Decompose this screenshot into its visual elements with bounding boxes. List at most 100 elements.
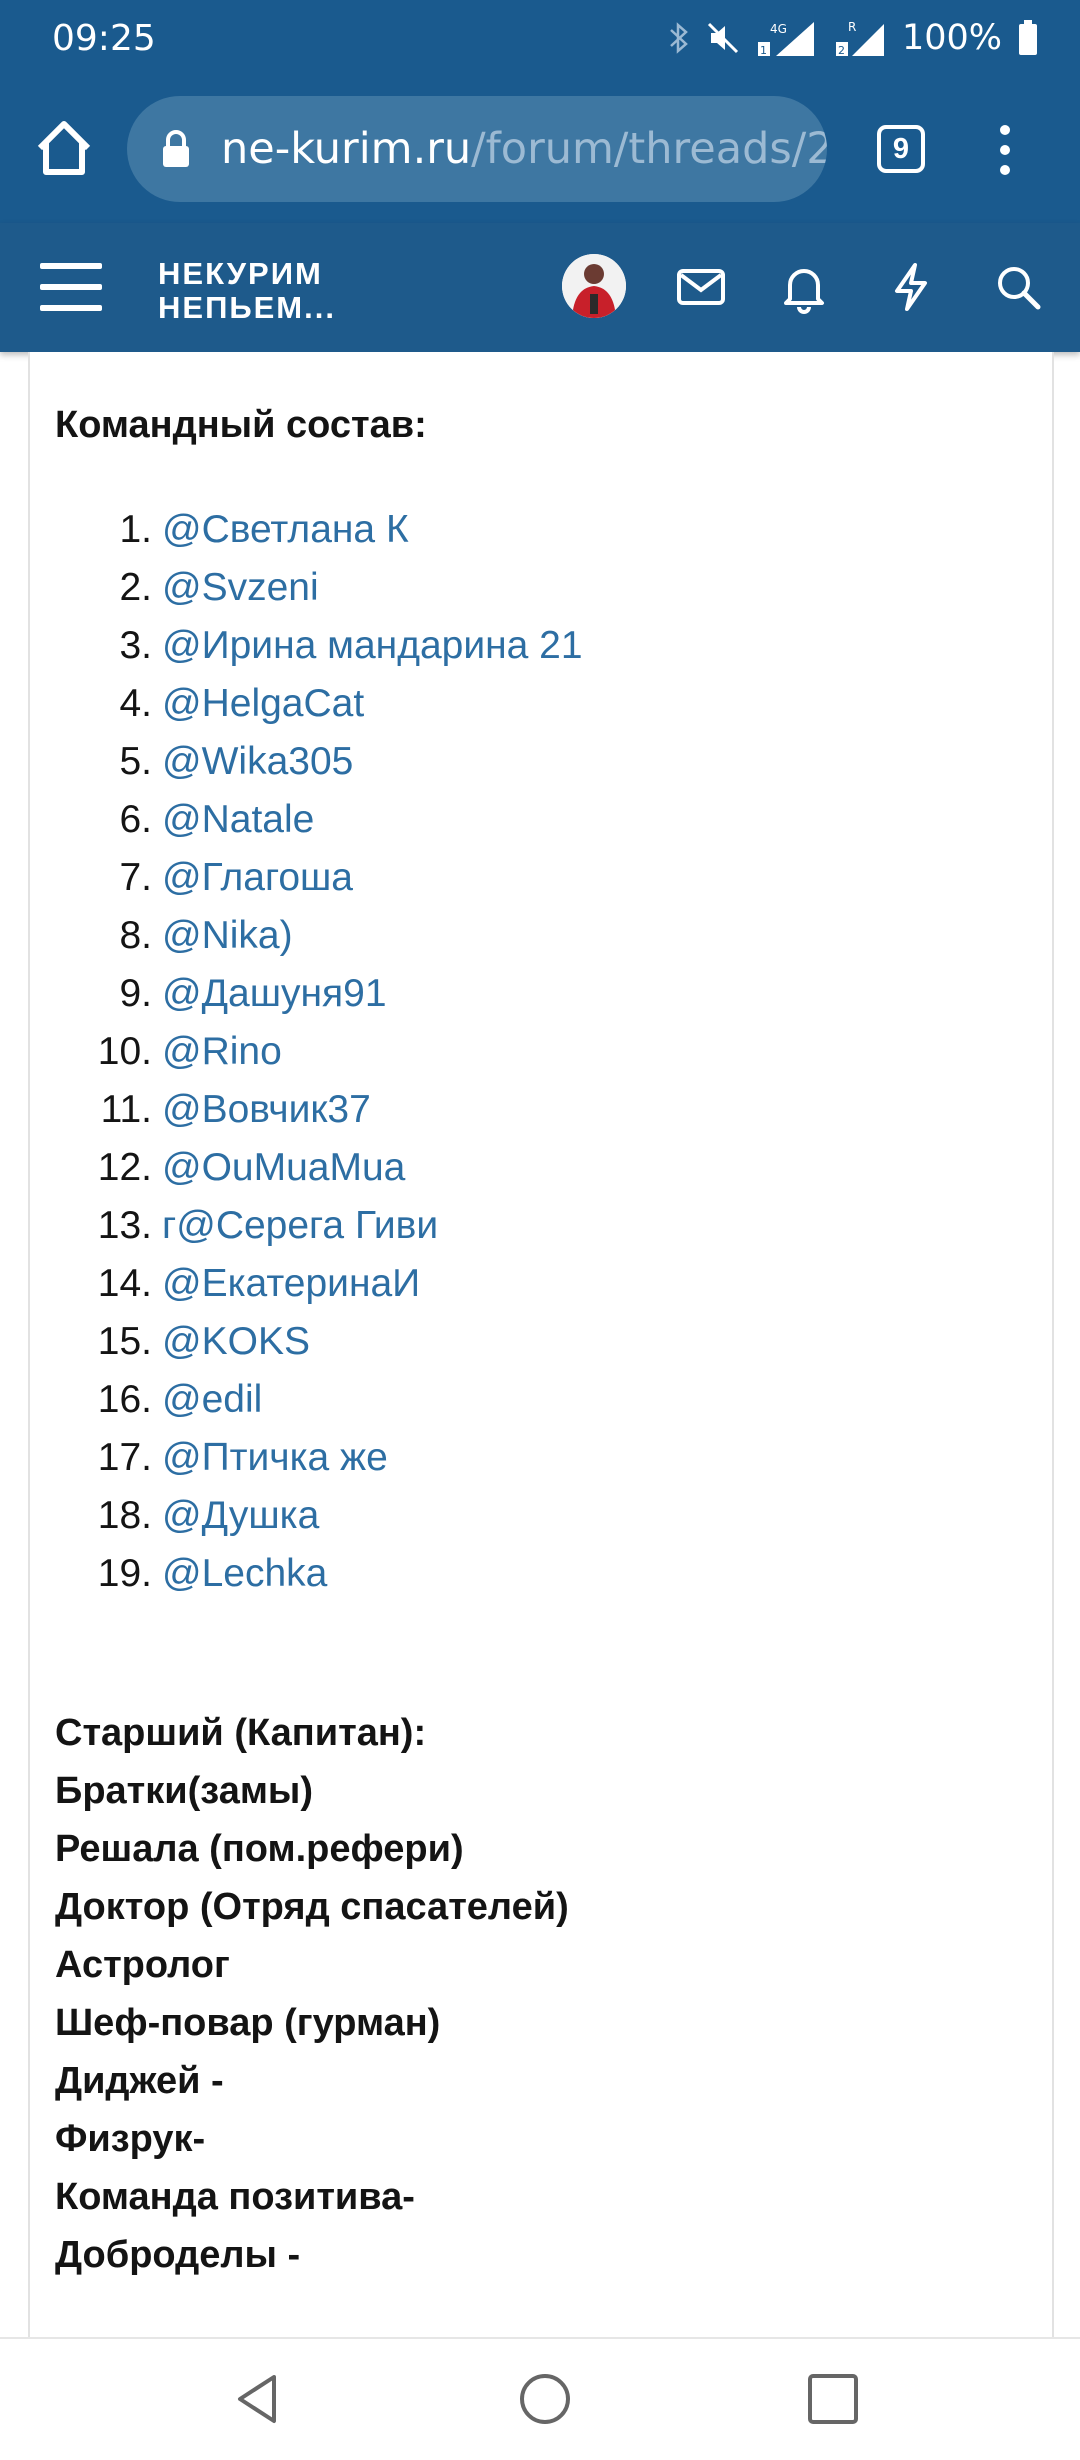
user-avatar[interactable] [562,254,626,318]
status-bar: 09:25 1 4G 2 R 100% [0,0,1080,75]
member-mention-link[interactable]: @Светлана К [162,508,409,551]
list-item: 9. @Дашуня91 [55,969,583,1027]
list-item-number: 3. [119,624,152,667]
mute-icon [707,22,738,54]
list-item-number: 4. [119,682,152,725]
list-item-number: 17. [97,1436,152,1479]
url-text[interactable]: ne-kurim.ru/forum/threads/2 [221,124,827,174]
member-mention-link[interactable]: @Ирина мандарина 21 [162,624,583,667]
url-path: /forum/threads/2 [471,124,827,174]
member-mention-link[interactable]: @Птичка же [162,1436,388,1479]
battery-icon [1019,20,1037,55]
home-nav-icon[interactable] [515,2369,575,2429]
svg-text:1: 1 [760,44,767,57]
role-item: Старший (Капитан): [55,1712,427,1754]
home-icon[interactable] [32,116,96,180]
member-mention-link[interactable]: @KOKS [162,1320,310,1363]
list-item: 7. @Глагоша [55,853,583,911]
role-item: Диджей - [55,2060,224,2102]
url-bar[interactable]: ne-kurim.ru/forum/threads/2 [127,96,827,202]
member-mention-link[interactable]: @ЕкатеринаИ [162,1262,420,1305]
list-item-number: 12. [97,1146,152,1189]
logo-line-1: НЕКУРИМ [158,256,323,291]
member-mention-link[interactable]: @Дашуня91 [162,972,387,1015]
list-item: 1. @Светлана К [55,505,583,563]
tab-switcher-button[interactable]: 9 [877,125,925,173]
list-item-number: 13. [97,1204,152,1247]
lightning-icon[interactable] [883,259,939,315]
list-item-number: 1. [119,508,152,551]
hamburger-menu-icon[interactable] [40,261,102,313]
member-mention-link[interactable]: @edil [162,1378,262,1421]
site-header: НЕКУРИМ НЕПЬЕМ... [0,223,1080,352]
role-item: Физрук- [55,2118,206,2160]
list-item-number: 9. [119,972,152,1015]
battery-percent: 100% [901,18,1002,58]
member-mention-link[interactable]: @Глагоша [162,856,353,899]
role-item: Шеф-повар (гурман) [55,2002,441,2044]
search-icon[interactable] [990,259,1046,315]
inbox-icon[interactable] [673,259,729,315]
list-item: 15. @KOKS [55,1317,583,1375]
signal-sim2-icon: 2 R [835,20,884,57]
role-item: Братки(замы) [55,1770,314,1812]
list-item-number: 18. [97,1494,152,1537]
member-mention-link[interactable]: @Душка [162,1494,319,1537]
member-mention-link[interactable]: @Natale [162,798,314,841]
roles-list: Старший (Капитан): Братки(замы) Решала (по… [55,1708,569,2288]
browser-toolbar: ne-kurim.ru/forum/threads/2 9 [0,75,1080,223]
network-label-r: R [848,20,856,34]
signal-4g-sim1-icon: 1 4G [757,22,814,57]
bluetooth-icon [670,22,688,54]
list-item: 3. @Ирина мандарина 21 [55,621,583,679]
member-mention-link[interactable]: @Nika) [162,914,293,957]
member-mention-link[interactable]: г@Серега Гиви [162,1204,438,1247]
list-item: 16. @edil [55,1375,583,1433]
list-item-number: 11. [100,1088,152,1131]
list-item-number: 15. [97,1320,152,1363]
list-item-number: 16. [97,1378,152,1421]
member-mention-link[interactable]: @OuMuaMua [162,1146,405,1189]
list-item: 11. @Вовчик37 [55,1085,583,1143]
role-item: Решала (пом.рефери) [55,1828,464,1870]
list-item: 4. @HelgaCat [55,679,583,737]
list-item: 12. @OuMuaMua [55,1143,583,1201]
member-mention-link[interactable]: @Lechka [162,1552,327,1595]
list-item: 8. @Nika) [55,911,583,969]
status-icons: 1 4G 2 R 100% [668,14,1038,62]
team-heading: Командный состав: [55,404,427,446]
role-item: Команда позитива- [55,2176,415,2218]
network-label-4g: 4G [770,22,787,36]
list-item: 10. @Rino [55,1027,583,1085]
bell-icon[interactable] [776,259,832,315]
member-mention-link[interactable]: @HelgaCat [162,682,364,725]
recents-nav-icon[interactable] [803,2369,863,2429]
url-domain: ne-kurim.ru [221,124,472,174]
role-item: Доктор (Отряд спасателей) [55,1886,569,1928]
list-item-number: 19. [97,1552,152,1595]
svg-text:2: 2 [838,44,845,57]
list-item: 19. @Lechka [55,1549,583,1607]
system-nav-bar [0,2337,1080,2460]
role-item: Астролог [55,1944,230,1986]
list-item: 2. @Svzeni [55,563,583,621]
list-item-number: 8. [119,914,152,957]
team-member-list: 1. @Светлана К 2. @Svzeni 3. @Ирина мандарина… [55,505,583,1607]
lock-icon [163,130,189,167]
member-mention-link[interactable]: @Wika305 [162,740,353,783]
member-mention-link[interactable]: @Rino [162,1030,282,1073]
member-mention-link[interactable]: @Svzeni [162,566,319,609]
member-mention-link[interactable]: @Вовчик37 [162,1088,371,1131]
list-item: 18. @Душка [55,1491,583,1549]
more-menu-icon[interactable] [990,120,1020,180]
list-item: 6. @Natale [55,795,583,853]
list-item-number: 10. [97,1030,152,1073]
list-item: 14. @ЕкатеринаИ [55,1259,583,1317]
list-item: 5. @Wika305 [55,737,583,795]
logo-line-2: НЕПЬЕМ... [158,290,336,325]
list-item-number: 7. [119,856,152,899]
site-logo[interactable]: НЕКУРИМ НЕПЬЕМ... [158,257,336,325]
list-item-number: 5. [119,740,152,783]
back-nav-icon[interactable] [228,2369,288,2429]
list-item-number: 2. [119,566,152,609]
